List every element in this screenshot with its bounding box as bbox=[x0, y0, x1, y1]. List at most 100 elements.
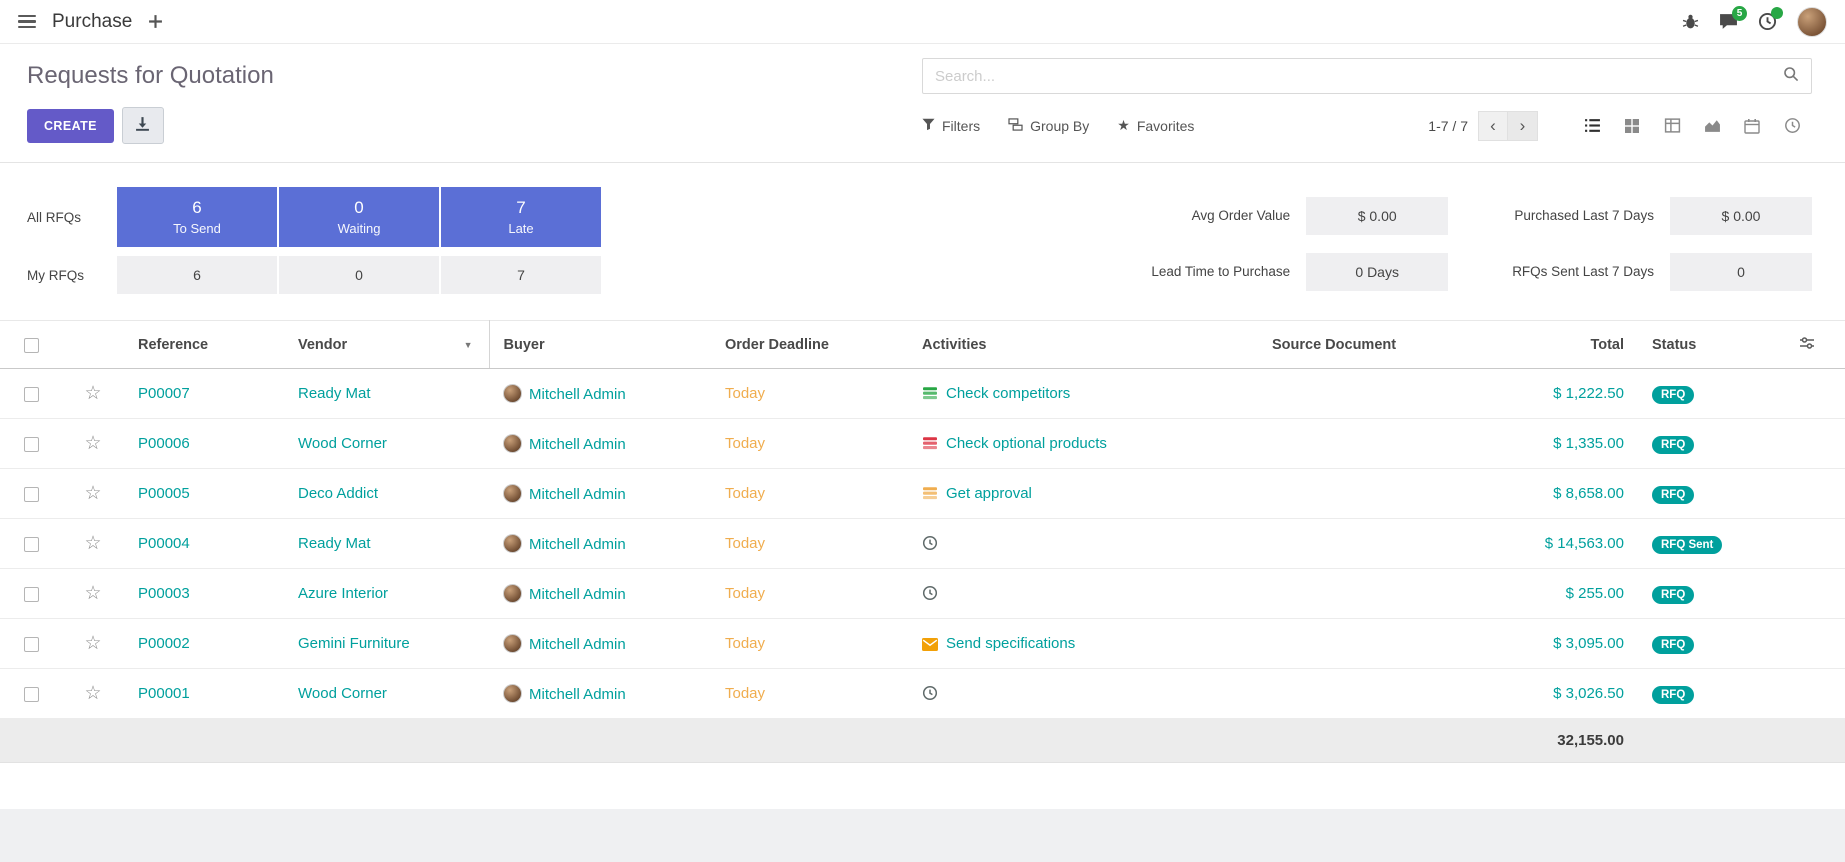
my-to-send[interactable]: 6 bbox=[117, 256, 277, 294]
filters-button[interactable]: Filters bbox=[922, 118, 980, 134]
activity-list-icon[interactable] bbox=[922, 485, 938, 501]
reference-link[interactable]: P00004 bbox=[138, 535, 190, 552]
list-view-icon[interactable] bbox=[1572, 110, 1612, 142]
source-document-cell bbox=[1258, 419, 1488, 469]
reference-link[interactable]: P00001 bbox=[138, 685, 190, 702]
activity-label[interactable]: Send specifications bbox=[946, 635, 1075, 652]
bottom-padding bbox=[0, 763, 1845, 809]
activity-label[interactable]: Check competitors bbox=[946, 385, 1070, 402]
create-button[interactable]: CREATE bbox=[27, 109, 114, 143]
row-checkbox[interactable] bbox=[24, 437, 39, 452]
table-row[interactable]: ☆ P00006 Wood Corner Mitchell Admin Toda… bbox=[0, 419, 1845, 469]
activity-clock-icon[interactable] bbox=[922, 585, 938, 601]
total-amount: $ 3,095.00 bbox=[1553, 635, 1624, 652]
apps-menu-icon[interactable] bbox=[18, 15, 36, 29]
pager-next-button[interactable]: › bbox=[1508, 111, 1538, 141]
buyer-link[interactable]: Mitchell Admin bbox=[529, 486, 626, 503]
activity-mail-icon[interactable] bbox=[922, 638, 938, 651]
search-icon[interactable] bbox=[1783, 66, 1799, 86]
row-checkbox[interactable] bbox=[24, 387, 39, 402]
calendar-view-icon[interactable] bbox=[1732, 110, 1772, 142]
pager: 1-7 / 7 ‹ › bbox=[1428, 111, 1538, 141]
kpi-late[interactable]: 7 Late bbox=[441, 187, 601, 247]
activity-clock-icon[interactable] bbox=[922, 685, 938, 701]
reference-link[interactable]: P00006 bbox=[138, 435, 190, 452]
favorite-star-icon[interactable]: ☆ bbox=[84, 683, 101, 704]
vendor-link[interactable]: Azure Interior bbox=[298, 585, 388, 602]
buyer-avatar bbox=[503, 684, 522, 703]
buyer-link[interactable]: Mitchell Admin bbox=[529, 536, 626, 553]
vendor-link[interactable]: Wood Corner bbox=[298, 435, 387, 452]
favorite-star-icon[interactable]: ☆ bbox=[84, 483, 101, 504]
reference-link[interactable]: P00002 bbox=[138, 635, 190, 652]
kpi-to-send[interactable]: 6 To Send bbox=[117, 187, 277, 247]
row-checkbox[interactable] bbox=[24, 687, 39, 702]
plus-icon[interactable] bbox=[148, 14, 163, 29]
table-row[interactable]: ☆ P00005 Deco Addict Mitchell Admin Toda… bbox=[0, 469, 1845, 519]
column-header-order-deadline[interactable]: Order Deadline bbox=[711, 321, 908, 369]
activity-label[interactable]: Check optional products bbox=[946, 435, 1107, 452]
group-by-button[interactable]: Group By bbox=[1008, 118, 1089, 134]
my-late[interactable]: 7 bbox=[441, 256, 601, 294]
vendor-link[interactable]: Gemini Furniture bbox=[298, 635, 410, 652]
favorite-star-icon[interactable]: ☆ bbox=[84, 433, 101, 454]
column-header-status[interactable]: Status bbox=[1638, 321, 1768, 369]
messages-icon[interactable]: 5 bbox=[1719, 13, 1738, 30]
reference-link[interactable]: P00003 bbox=[138, 585, 190, 602]
search-input[interactable] bbox=[935, 68, 1783, 85]
buyer-link[interactable]: Mitchell Admin bbox=[529, 586, 626, 603]
activity-label[interactable]: Get approval bbox=[946, 485, 1032, 502]
debug-bug-icon[interactable] bbox=[1682, 13, 1699, 30]
graph-view-icon[interactable] bbox=[1692, 110, 1732, 142]
reference-link[interactable]: P00007 bbox=[138, 385, 190, 402]
buyer-link[interactable]: Mitchell Admin bbox=[529, 686, 626, 703]
rfq-list-table: Reference Vendor▼ Buyer Order Deadline A… bbox=[0, 320, 1845, 763]
column-header-buyer[interactable]: Buyer bbox=[489, 321, 711, 369]
favorite-star-icon[interactable]: ☆ bbox=[84, 583, 101, 604]
activity-list-icon[interactable] bbox=[922, 435, 938, 451]
row-checkbox[interactable] bbox=[24, 587, 39, 602]
column-header-vendor[interactable]: Vendor▼ bbox=[284, 321, 489, 369]
activity-view-icon[interactable] bbox=[1772, 110, 1812, 142]
pivot-view-icon[interactable] bbox=[1652, 110, 1692, 142]
row-checkbox[interactable] bbox=[24, 487, 39, 502]
reference-link[interactable]: P00005 bbox=[138, 485, 190, 502]
app-name[interactable]: Purchase bbox=[52, 11, 132, 33]
table-footer-row: 32,155.00 bbox=[0, 719, 1845, 763]
table-row[interactable]: ☆ P00004 Ready Mat Mitchell Admin Today … bbox=[0, 519, 1845, 569]
row-checkbox[interactable] bbox=[24, 637, 39, 652]
column-header-total[interactable]: Total bbox=[1488, 321, 1638, 369]
column-header-activities[interactable]: Activities bbox=[908, 321, 1258, 369]
my-waiting[interactable]: 0 bbox=[279, 256, 439, 294]
pager-previous-button[interactable]: ‹ bbox=[1478, 111, 1508, 141]
activities-clock-icon[interactable] bbox=[1758, 12, 1777, 31]
optional-columns-icon[interactable] bbox=[1799, 339, 1815, 355]
table-row[interactable]: ☆ P00002 Gemini Furniture Mitchell Admin… bbox=[0, 619, 1845, 669]
buyer-link[interactable]: Mitchell Admin bbox=[529, 386, 626, 403]
user-avatar[interactable] bbox=[1797, 7, 1827, 37]
vendor-link[interactable]: Ready Mat bbox=[298, 535, 371, 552]
vendor-link[interactable]: Deco Addict bbox=[298, 485, 378, 502]
table-row[interactable]: ☆ P00003 Azure Interior Mitchell Admin T… bbox=[0, 569, 1845, 619]
activity-list-icon[interactable] bbox=[922, 385, 938, 401]
status-badge: RFQ bbox=[1652, 586, 1694, 604]
kanban-view-icon[interactable] bbox=[1612, 110, 1652, 142]
column-header-reference[interactable]: Reference bbox=[124, 321, 284, 369]
table-row[interactable]: ☆ P00007 Ready Mat Mitchell Admin Today … bbox=[0, 369, 1845, 419]
buyer-link[interactable]: Mitchell Admin bbox=[529, 436, 626, 453]
kpi-waiting[interactable]: 0 Waiting bbox=[279, 187, 439, 247]
purchased-7days-label: Purchased Last 7 Days bbox=[1512, 208, 1654, 223]
select-all-checkbox[interactable] bbox=[24, 338, 39, 353]
favorite-star-icon[interactable]: ☆ bbox=[84, 383, 101, 404]
buyer-link[interactable]: Mitchell Admin bbox=[529, 636, 626, 653]
favorite-star-icon[interactable]: ☆ bbox=[84, 633, 101, 654]
activity-clock-icon[interactable] bbox=[922, 535, 938, 551]
row-checkbox[interactable] bbox=[24, 537, 39, 552]
column-header-source-document[interactable]: Source Document bbox=[1258, 321, 1488, 369]
vendor-link[interactable]: Wood Corner bbox=[298, 685, 387, 702]
table-row[interactable]: ☆ P00001 Wood Corner Mitchell Admin Toda… bbox=[0, 669, 1845, 719]
vendor-link[interactable]: Ready Mat bbox=[298, 385, 371, 402]
favorite-star-icon[interactable]: ☆ bbox=[84, 533, 101, 554]
favorites-button[interactable]: ★ Favorites bbox=[1117, 117, 1194, 134]
export-button[interactable] bbox=[122, 107, 164, 144]
